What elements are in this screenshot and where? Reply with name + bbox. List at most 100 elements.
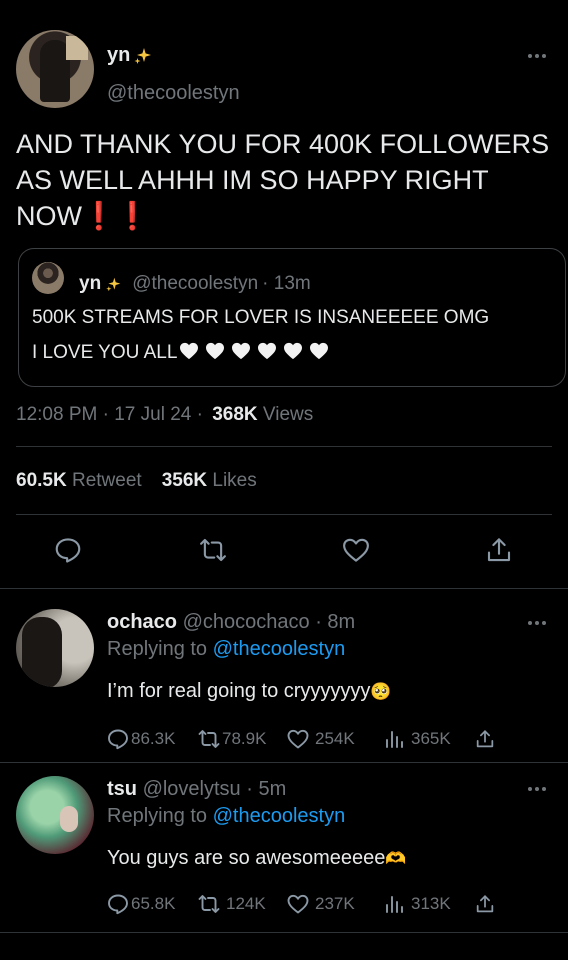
author-name-row[interactable]: yn — [107, 44, 153, 67]
views-count: 313K — [411, 894, 451, 913]
reply-icon — [108, 729, 128, 750]
quote-time: · 13m — [262, 273, 311, 294]
reply-text-content: You guys are so awesomeeeee — [107, 847, 386, 869]
white-heart-icon — [258, 342, 277, 360]
more-icon[interactable] — [528, 787, 546, 791]
reply-avatar[interactable] — [16, 609, 94, 687]
share-icon[interactable] — [484, 535, 514, 565]
reply-item[interactable]: tsu @lovelytsu · 5m Replying to @thecool… — [0, 763, 568, 933]
author-name: yn — [107, 44, 131, 66]
reply-text-content: I’m for real going to cryyyyyyy — [107, 680, 371, 702]
white-heart-icon — [206, 342, 225, 360]
reply-text: I’m for real going to cryyyyyyy🥺 — [107, 680, 392, 703]
likes-stat[interactable]: 356K Likes — [162, 470, 257, 492]
share-icon[interactable] — [474, 728, 496, 750]
sparkle-icon — [106, 277, 121, 291]
hearts-group — [179, 342, 329, 360]
author-handle[interactable]: @thecoolestyn — [107, 82, 240, 105]
reply-avatar[interactable] — [16, 776, 94, 854]
reply-author-handle[interactable]: @chocochaco — [183, 611, 310, 633]
white-heart-icon — [180, 342, 199, 360]
reply-like-stat[interactable]: 254K — [286, 727, 382, 751]
reply-icon[interactable] — [53, 535, 83, 565]
tweet-text-line: NOW❗❗ — [16, 201, 150, 231]
views-count: 368K — [212, 404, 258, 425]
reply-views-stat[interactable]: 365K — [382, 727, 474, 751]
retweet-count: 124K — [226, 894, 266, 913]
retweet-icon[interactable] — [198, 535, 228, 565]
retweet-label: Retweet — [71, 470, 142, 491]
quote-author-handle: @thecoolestyn — [132, 273, 259, 294]
retweet-stat[interactable]: 60.5K Retweet — [16, 470, 142, 492]
more-icon[interactable] — [528, 54, 546, 58]
like-icon[interactable] — [341, 535, 371, 565]
like-count: 254K — [315, 729, 355, 748]
views-label: Views — [262, 404, 314, 425]
like-icon — [287, 729, 309, 749]
reply-time: · 5m — [246, 778, 287, 800]
retweet-icon — [198, 730, 220, 748]
reply-retweet-stat[interactable]: 124K — [180, 892, 286, 916]
author-avatar[interactable] — [16, 30, 94, 108]
pleading-emoji-icon: 🥺 — [370, 682, 392, 701]
retweet-count: 78.9K — [222, 729, 267, 748]
quote-avatar — [32, 262, 64, 294]
reply-header: ochaco @chocochaco · 8m — [107, 611, 355, 634]
reply-header: tsu @lovelytsu · 5m — [107, 778, 286, 801]
quoted-tweet[interactable]: yn @thecoolestyn · 13m 500K STREAMS FOR … — [18, 248, 566, 387]
more-icon[interactable] — [528, 621, 546, 625]
engagement-counts: 60.5K Retweet 356K Likes — [16, 470, 257, 492]
share-icon[interactable] — [474, 893, 496, 915]
divider — [16, 514, 552, 515]
reply-retweet-stat[interactable]: 78.9K — [180, 727, 286, 751]
reply-comment-stat[interactable]: 86.3K — [106, 727, 186, 751]
avatar-window — [66, 36, 88, 60]
replying-to-label: Replying to — [107, 805, 208, 827]
quote-text-line-2: I LOVE YOU ALL — [32, 342, 329, 364]
heart-hands-emoji-icon: 🫶 — [385, 849, 407, 868]
white-heart-icon — [284, 342, 303, 360]
reply-comment-stat[interactable]: 65.8K — [106, 892, 186, 916]
retweet-count: 60.5K — [16, 470, 67, 491]
sparkle-icon — [134, 47, 152, 64]
likes-label: Likes — [212, 470, 257, 491]
like-count: 237K — [315, 894, 355, 913]
quote-text-line: 500K STREAMS FOR LOVER IS INSANEEEEE OMG — [32, 307, 490, 328]
white-heart-icon — [232, 342, 251, 360]
like-icon — [287, 894, 309, 914]
reply-views-stat[interactable]: 313K — [382, 892, 474, 916]
quote-author-name: yn — [79, 273, 102, 294]
reply-actions: 86.3K 78.9K 254K 365K — [106, 727, 496, 751]
views-icon — [386, 896, 403, 913]
avatar-face — [60, 806, 78, 832]
quote-text: I LOVE YOU ALL — [32, 342, 178, 363]
reply-author-name[interactable]: ochaco — [107, 611, 177, 633]
likes-count: 356K — [161, 470, 208, 491]
replying-to-label: Replying to — [107, 638, 208, 660]
tweet-text-line: AS WELL AHHH IM SO HAPPY RIGHT — [16, 165, 489, 195]
tweet-timestamp: 12:08 PM · 17 Jul 24 · — [16, 404, 203, 425]
replying-to: Replying to @thecoolestyn — [107, 805, 345, 828]
views-icon — [386, 731, 403, 748]
tweet-meta: 12:08 PM · 17 Jul 24 · 368K Views — [16, 404, 313, 426]
reply-item[interactable]: ochaco @chocochaco · 8m Replying to @the… — [0, 589, 568, 762]
replying-to-link[interactable]: @thecoolestyn — [213, 638, 346, 660]
comment-count: 65.8K — [131, 894, 176, 913]
reply-text: You guys are so awesomeeeee🫶 — [107, 847, 407, 870]
divider — [16, 446, 552, 447]
reply-author-handle[interactable]: @lovelytsu — [143, 778, 241, 800]
views-count: 365K — [411, 729, 451, 748]
reply-author-name[interactable]: tsu — [107, 778, 137, 800]
tweet-text: AND THANK YOU FOR 400K FOLLOWERS AS WELL… — [16, 126, 549, 234]
comment-count: 86.3K — [131, 729, 176, 748]
reply-like-stat[interactable]: 237K — [286, 892, 382, 916]
replying-to-link[interactable]: @thecoolestyn — [213, 805, 346, 827]
retweet-icon — [198, 895, 220, 913]
divider — [0, 932, 568, 933]
white-heart-icon — [310, 342, 329, 360]
tweet-text-line: AND THANK YOU FOR 400K FOLLOWERS — [16, 129, 550, 159]
reply-time: · 8m — [315, 611, 356, 633]
quote-header: yn @thecoolestyn · 13m — [79, 273, 311, 295]
avatar-figure — [22, 617, 62, 687]
reply-icon — [108, 894, 128, 915]
